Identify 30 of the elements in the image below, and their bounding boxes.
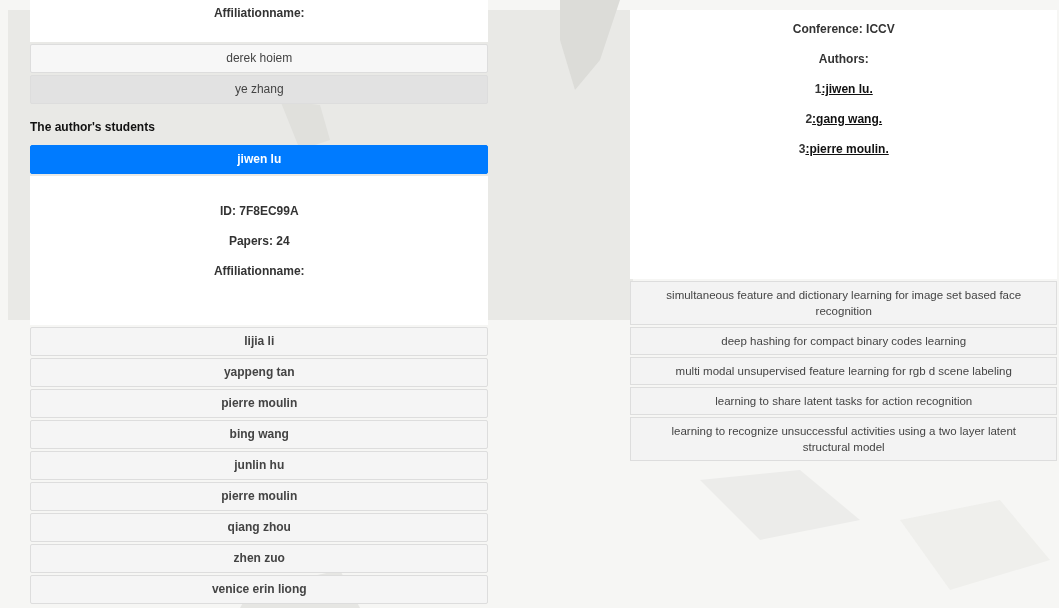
student-item[interactable]: qiang zhou [30,513,489,542]
authors-label: Authors: [818,52,869,66]
student-item[interactable]: pierre moulin [30,482,489,511]
coauthor-item[interactable]: ye zhang [30,75,489,104]
author-link[interactable]: :gang wang. [812,112,883,126]
author-link[interactable]: :jiwen lu. [821,82,873,96]
paper-item[interactable]: simultaneous feature and dictionary learning for image set based face recognition [630,281,1057,325]
student-item[interactable]: pierre moulin [30,389,489,418]
student-item[interactable]: yappeng tan [30,358,489,387]
card-field: Papers: 24 [228,234,290,248]
student-item[interactable]: jiwen lu [30,145,489,174]
coauthor-item[interactable]: derek hoiem [30,44,489,73]
paper-item[interactable]: learning to share latent tasks for action recognition [630,387,1057,415]
student-item[interactable]: zhen zuo [30,544,489,573]
author-entry: 2:gang wang. [805,112,883,126]
paper-item[interactable]: multi modal unsupervised feature learning for rgb d scene labeling [630,357,1057,385]
section-heading: The author's students [30,119,156,136]
author-entry: 3:pierre moulin. [798,142,889,156]
card-field: ID: 7F8EC99A [219,204,299,218]
card-field: Affiliationname: [213,264,305,278]
conference-label: Conference: ICCV [792,22,895,36]
card-field: Affiliationname: [213,6,305,20]
author-link[interactable]: :pierre moulin. [805,142,889,156]
paper-item[interactable]: deep hashing for compact binary codes learning [630,327,1057,355]
student-item[interactable]: venice erin liong [30,575,489,604]
student-item[interactable]: junlin hu [30,451,489,480]
author-entry: 1:jiwen lu. [814,82,873,96]
paper-item[interactable]: learning to recognize unsuccessful activities using a two layer latent structural model [630,417,1057,461]
student-item[interactable]: bing wang [30,420,489,449]
student-item[interactable]: lijia li [30,327,489,356]
